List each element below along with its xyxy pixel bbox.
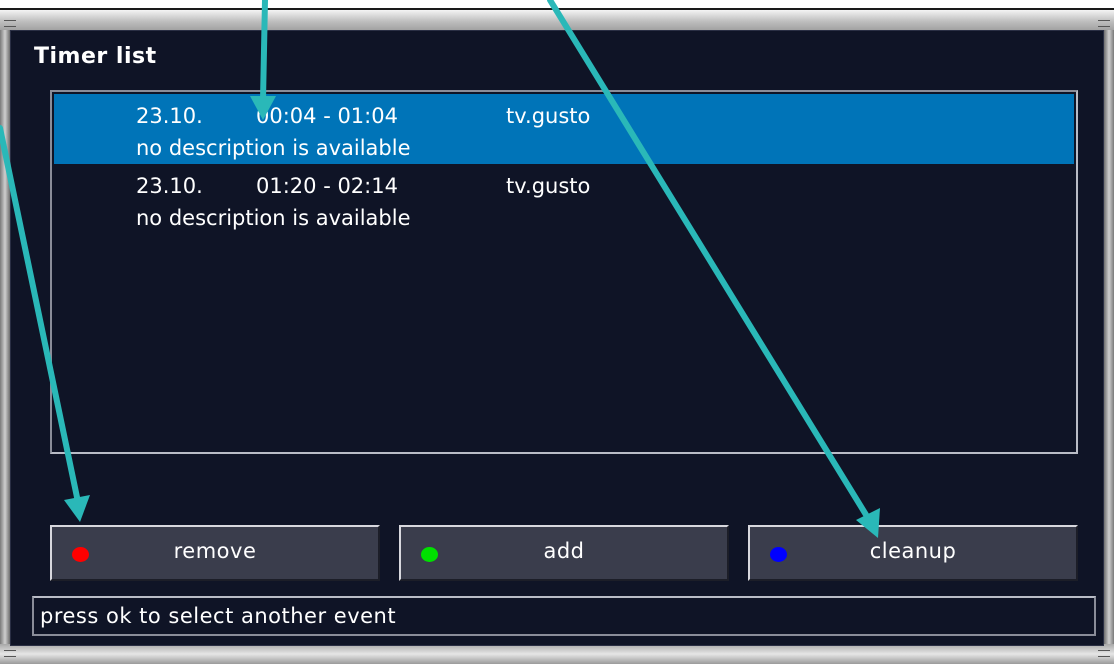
status-text: press ok to select another event bbox=[40, 604, 397, 628]
window-left-edge bbox=[0, 30, 10, 646]
status-bar: press ok to select another event bbox=[32, 596, 1096, 636]
window-right-edge bbox=[1104, 30, 1114, 646]
window-title: Timer list bbox=[34, 44, 157, 69]
timer-description: no description is available bbox=[136, 136, 411, 160]
timer-list-item-1[interactable]: 23.10. 00:04 - 01:04 tv.gusto no descrip… bbox=[54, 94, 1074, 164]
grip-bottom-right-icon bbox=[1098, 650, 1110, 657]
timer-date: 23.10. bbox=[136, 174, 203, 198]
grip-left-icon bbox=[4, 20, 16, 27]
grip-bottom-left-icon bbox=[4, 650, 16, 657]
timer-list[interactable]: 23.10. 00:04 - 01:04 tv.gusto no descrip… bbox=[50, 90, 1078, 454]
add-button-label: add bbox=[543, 539, 585, 563]
timer-entry-header: 23.10. 01:20 - 02:14 tv.gusto bbox=[136, 174, 590, 294]
remove-button[interactable]: remove bbox=[50, 525, 380, 581]
timer-time-range: 00:04 - 01:04 bbox=[256, 104, 398, 128]
timer-description: no description is available bbox=[136, 206, 411, 230]
timer-time-range: 01:20 - 02:14 bbox=[256, 174, 398, 198]
timer-date: 23.10. bbox=[136, 104, 203, 128]
timer-channel: tv.gusto bbox=[506, 174, 591, 198]
add-button[interactable]: add bbox=[399, 525, 729, 581]
cleanup-button[interactable]: cleanup bbox=[748, 525, 1078, 581]
cleanup-button-label: cleanup bbox=[869, 539, 957, 563]
timer-list-item-2[interactable]: 23.10. 01:20 - 02:14 tv.gusto no descrip… bbox=[54, 164, 1074, 234]
remove-button-label: remove bbox=[173, 539, 257, 563]
timer-channel: tv.gusto bbox=[506, 104, 591, 128]
screen: Timer list 23.10. 00:04 - 01:04 tv.gusto… bbox=[0, 0, 1114, 664]
window-bottom-bar bbox=[0, 644, 1114, 664]
grip-right-icon bbox=[1098, 20, 1110, 27]
